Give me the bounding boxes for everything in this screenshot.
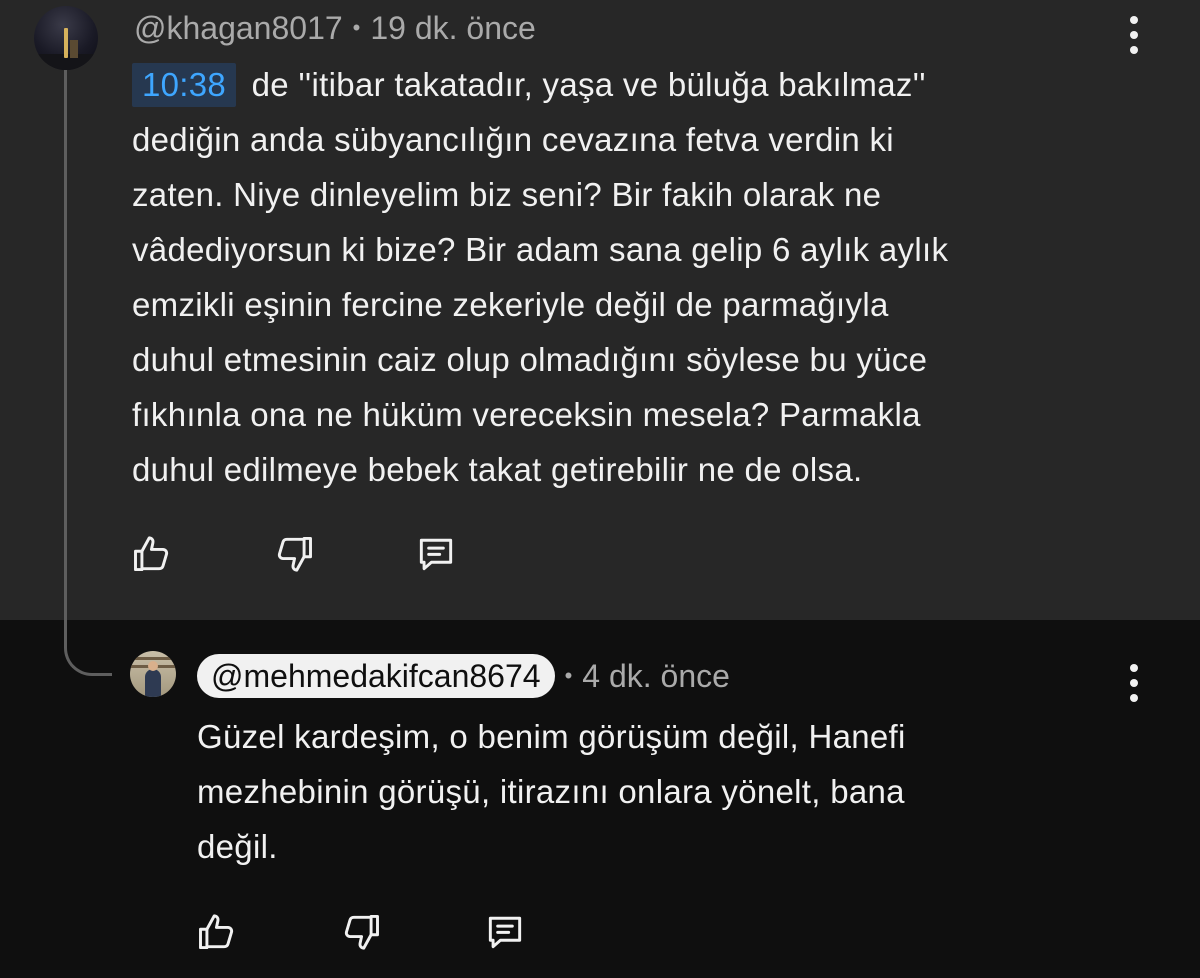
- timestamp-link[interactable]: 10:38: [132, 63, 237, 107]
- comment-line: dediğin anda sübyancılığın cevazına fetv…: [132, 121, 894, 158]
- thread-connector-line: [64, 70, 112, 676]
- reply-author-pill[interactable]: @mehmedakifcan8674: [197, 654, 555, 698]
- avatar-image-head: [148, 661, 158, 671]
- comment-actions: [130, 532, 556, 576]
- comment-line: duhul etmesinin caiz olup olmadığını söy…: [132, 341, 928, 378]
- comment-header: @khagan8017 • 19 dk. önce: [134, 8, 536, 48]
- comment-line: fıkhınla ona ne hüküm vereceksin mesela?…: [132, 396, 921, 433]
- reply-button[interactable]: [483, 910, 527, 954]
- comment-line: duhul edilmeye bebek takat getirebilir n…: [132, 451, 863, 488]
- avatar[interactable]: [34, 6, 98, 70]
- comment-line: 10:38 de ''itibar takatadır, yaşa ve bül…: [132, 57, 1162, 112]
- like-button[interactable]: [195, 910, 239, 954]
- reply-actions: [195, 910, 627, 954]
- reply-comment-icon: [488, 916, 522, 949]
- comment-line: vâdediyorsun ki bize? Bir adam sana geli…: [132, 231, 949, 268]
- thumbs-up-icon: [199, 914, 234, 950]
- thumbs-down-icon: [344, 914, 379, 950]
- reply-button[interactable]: [414, 532, 458, 576]
- reply-avatar[interactable]: [130, 651, 176, 697]
- comment-text: de ''itibar takatadır, yaşa ve büluğa ba…: [251, 66, 926, 103]
- comment-thread: @khagan8017 • 19 dk. önce 10:38 de ''iti…: [0, 0, 1200, 978]
- dislike-button[interactable]: [339, 910, 383, 954]
- reply-body: Güzel kardeşim, o benim görüşüm değil, H…: [197, 709, 1117, 874]
- reply-line: Güzel kardeşim, o benim görüşüm değil, H…: [197, 718, 906, 755]
- avatar-image-shelf: [130, 657, 176, 660]
- separator-dot: •: [352, 15, 361, 40]
- more-options-icon[interactable]: [1122, 16, 1146, 54]
- like-button[interactable]: [130, 532, 174, 576]
- reply-line: değil.: [197, 828, 278, 865]
- thumbs-down-icon: [277, 536, 312, 572]
- comment-author[interactable]: @khagan8017: [134, 10, 343, 47]
- avatar-image-person: [145, 669, 161, 697]
- thumbs-up-icon: [134, 536, 169, 572]
- reply-comment-icon: [419, 538, 453, 571]
- comment-line: zaten. Niye dinleyelim biz seni? Bir fak…: [132, 176, 882, 213]
- avatar-image-building: [70, 40, 78, 58]
- separator-dot: •: [564, 663, 573, 688]
- reply-line: mezhebinin görüşü, itirazını onlara yöne…: [197, 773, 905, 810]
- avatar-image-tower: [64, 28, 68, 58]
- more-options-icon[interactable]: [1122, 664, 1146, 702]
- reply-time-ago[interactable]: 4 dk. önce: [582, 658, 730, 695]
- dislike-button[interactable]: [272, 532, 316, 576]
- comment-body: 10:38 de ''itibar takatadır, yaşa ve bül…: [132, 57, 1162, 497]
- comment-line: emzikli eşinin fercine zekeriyle değil d…: [132, 286, 889, 323]
- comment-time-ago[interactable]: 19 dk. önce: [370, 10, 535, 47]
- reply-header: @mehmedakifcan8674 • 4 dk. önce: [197, 654, 730, 698]
